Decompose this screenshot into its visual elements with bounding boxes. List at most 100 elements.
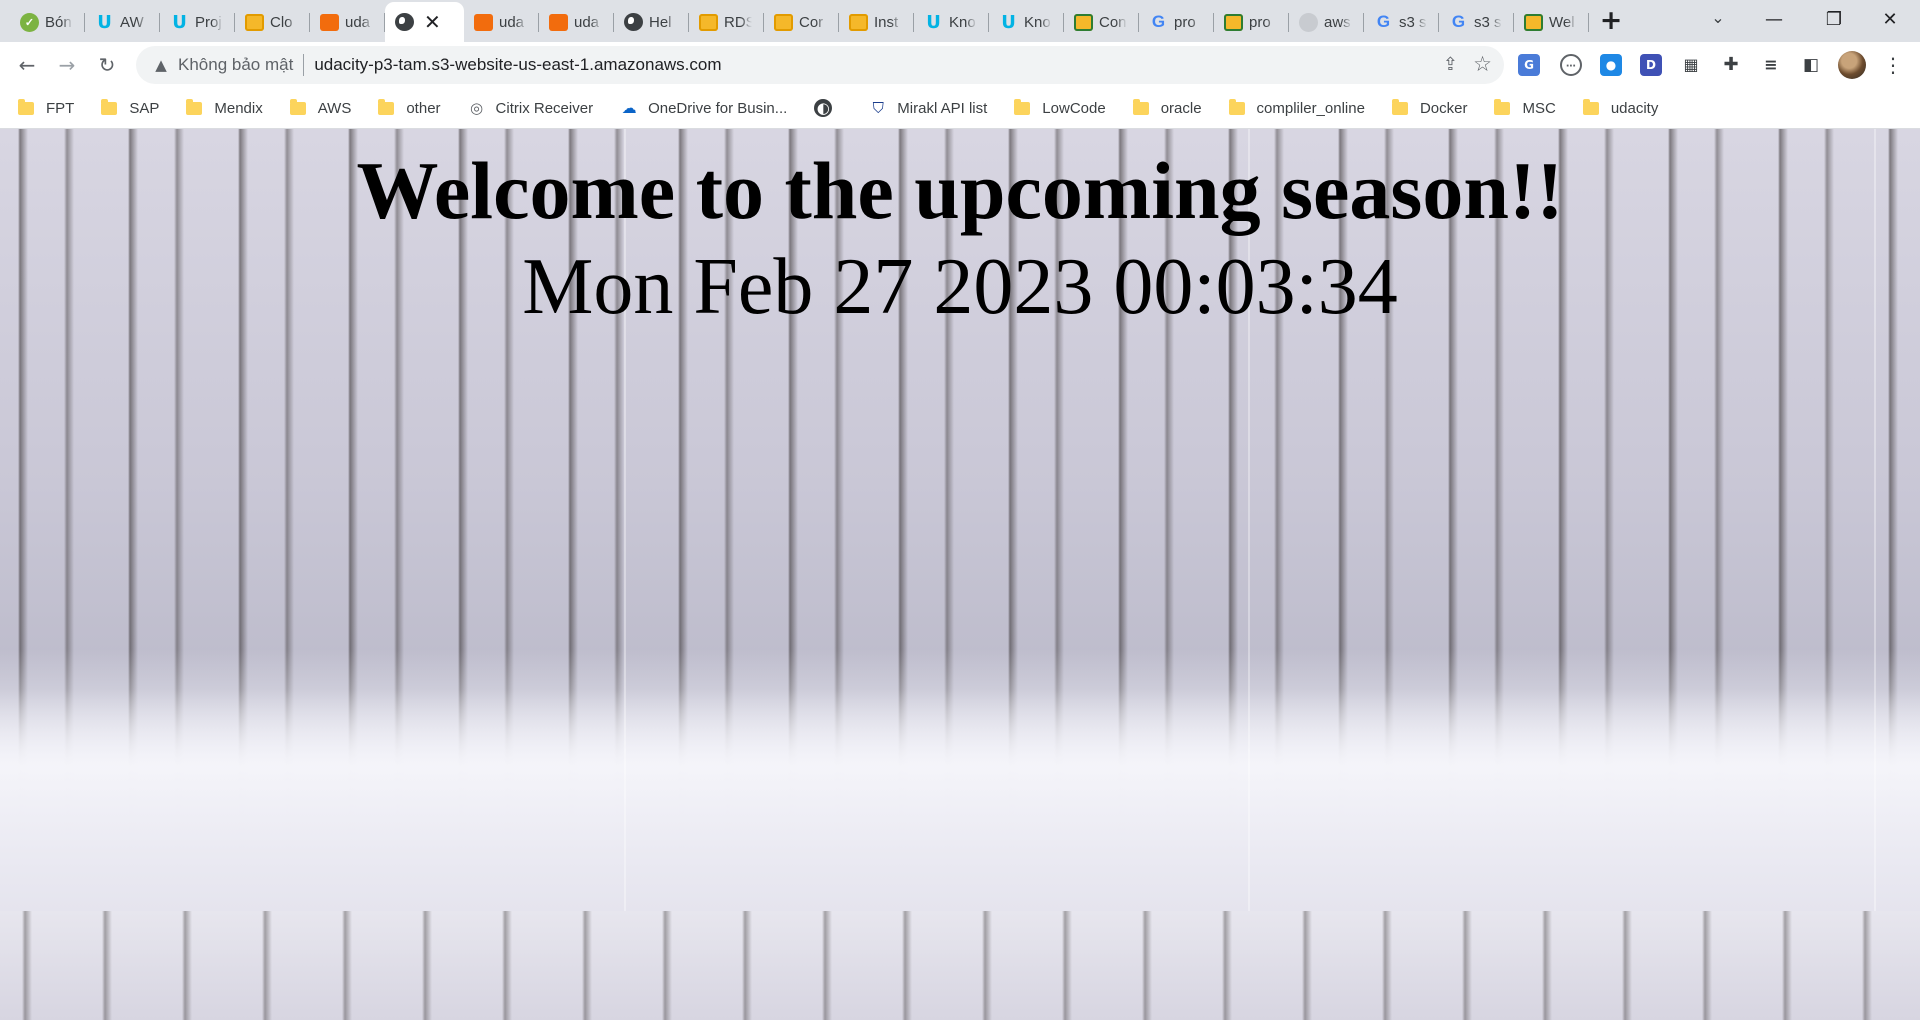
bookmark-item[interactable]: Docker [1391,93,1478,123]
bookmark-item[interactable]: LowCode [1014,93,1115,123]
d-extension-icon[interactable]: D [1640,54,1662,76]
bookmark-item[interactable]: SAP [101,93,169,123]
tab-label: pro [1249,13,1271,31]
tab[interactable]: Gpro [1139,2,1214,42]
tab-list: ✓ Bón U AW U Proj Clo uda ✕ uda uda Hel RDS Cor Inst U K… [10,2,1589,42]
bookmark-label: compliler_online [1256,99,1365,117]
bookmark-item[interactable]: FPT [18,93,84,123]
tab[interactable]: RDS [689,2,764,42]
address-bar[interactable]: ▲ Không bảo mật udacity-p3-tam.s3-websit… [136,46,1504,84]
aws-icon [474,13,493,31]
welcome-heading: Welcome to the upcoming season!! [356,145,1564,236]
url-text[interactable]: udacity-p3-tam.s3-website-us-east-1.amaz… [314,55,721,75]
tab-label: pro [1174,13,1196,31]
tab-close-icon[interactable]: ✕ [424,10,441,34]
security-status[interactable]: Không bảo mật [178,55,293,75]
bookmark-item[interactable]: ◎ Citrix Receiver [467,93,604,123]
globe-icon [395,13,414,31]
tab[interactable]: Wel [1514,2,1589,42]
bookmark-label: SAP [129,99,160,117]
tab-label: Cor [799,13,824,31]
folder-icon [1494,98,1511,115]
tab-label: Wel [1549,13,1575,31]
bookmark-item[interactable]: ⛉ Mirakl API list [869,93,997,123]
media-control-icon[interactable]: ≡ [1760,54,1782,76]
google-icon: G [1376,12,1391,31]
tab-label: Kno [949,13,976,31]
tab[interactable]: Con [1064,2,1139,42]
profile-avatar[interactable] [1838,51,1866,79]
tab-label: uda [345,13,371,31]
bookmark-label: Citrix Receiver [495,99,594,117]
bookmark-item[interactable]: ◐ [814,93,852,123]
box-icon [774,13,793,31]
tab-label: s3 s [1474,13,1502,31]
globe-icon: ◐ [814,99,833,117]
tab[interactable]: Inst [839,2,914,42]
tab[interactable]: Clo [235,2,310,42]
bookmark-label: other [406,99,441,117]
bookmark-item[interactable]: udacity [1582,93,1669,123]
warning-icon[interactable]: ▲ [152,56,170,74]
extensions-puzzle-icon[interactable]: ✚ [1720,54,1742,76]
bookmark-label: udacity [1610,99,1659,117]
tab[interactable]: Hel [614,2,689,42]
reload-button[interactable]: ↻ [90,48,124,82]
more-menu-icon[interactable]: ⋮ [1883,52,1903,78]
tab-label: Proj [195,13,222,31]
bookmark-label: LowCode [1042,99,1106,117]
folder-icon [378,98,395,115]
bookmark-label: MSC [1522,99,1556,117]
tab[interactable]: U Kno [989,2,1064,42]
tab[interactable]: Cor [764,2,839,42]
box-icon [245,13,264,31]
new-tab-button[interactable]: + [1596,6,1626,36]
minimize-icon[interactable]: — [1744,0,1804,40]
tab[interactable]: U AW [85,2,160,42]
bookmark-label: AWS [317,99,352,117]
bookmark-label: Mendix [214,99,263,117]
onedrive-icon: ☁ [621,99,637,117]
google-icon: G [1151,12,1166,31]
close-window-icon[interactable]: ✕ [1860,0,1920,40]
udacity-icon: U [926,11,941,33]
box-icon [699,13,718,31]
folder-icon [1391,98,1408,115]
tab[interactable]: Gs3 s [1439,2,1514,42]
bookmark-item[interactable]: Mendix [186,93,272,123]
tab-strip: ✓ Bón U AW U Proj Clo uda ✕ uda uda Hel RDS Cor Inst U K… [0,0,1920,42]
share-icon[interactable]: ⇪ [1443,54,1458,75]
dev-tools-extension-icon[interactable]: ⋯ [1560,54,1582,76]
bookmark-item[interactable]: AWS [289,93,362,123]
tab[interactable]: ✓ Bón [10,2,85,42]
tab[interactable]: U Kno [914,2,989,42]
folder-icon [289,98,306,115]
tab[interactable]: uda [464,2,539,42]
qr-code-icon[interactable]: ▦ [1680,54,1702,76]
bookmark-item[interactable]: other [378,93,450,123]
bookmark-item[interactable]: MSC [1494,93,1565,123]
tab-search-chevron-icon[interactable]: ⌄ [1703,8,1733,34]
bookmark-item[interactable]: compliler_online [1228,93,1375,123]
forward-button[interactable]: → [50,48,84,82]
tab[interactable]: Gs3 s [1364,2,1439,42]
tab[interactable]: U Proj [160,2,235,42]
drop-extension-icon[interactable]: ● [1600,54,1622,76]
bookmark-star-icon[interactable]: ☆ [1473,52,1492,76]
tab[interactable]: uda [539,2,614,42]
page-content: Welcome to the upcoming season!! Mon Feb… [0,129,1920,1020]
tab[interactable]: pro [1214,2,1289,42]
bookmark-item[interactable]: ☁ OneDrive for Busin... [620,93,797,123]
restore-icon[interactable]: ❐ [1804,0,1864,40]
back-button[interactable]: ← [10,48,44,82]
browser-toolbar: ← → ↻ ▲ Không bảo mật udacity-p3-tam.s3-… [0,42,1920,88]
bookmark-item[interactable]: oracle [1132,93,1212,123]
folder-icon [1132,98,1149,115]
tab-label: Con [1099,13,1127,31]
tab-active[interactable]: ✕ [385,2,464,42]
tab[interactable]: aws [1289,2,1364,42]
side-panel-icon[interactable]: ◧ [1800,54,1822,76]
translate-extension-icon[interactable]: G [1518,54,1540,76]
folder-icon [1228,98,1245,115]
tab[interactable]: uda [310,2,385,42]
